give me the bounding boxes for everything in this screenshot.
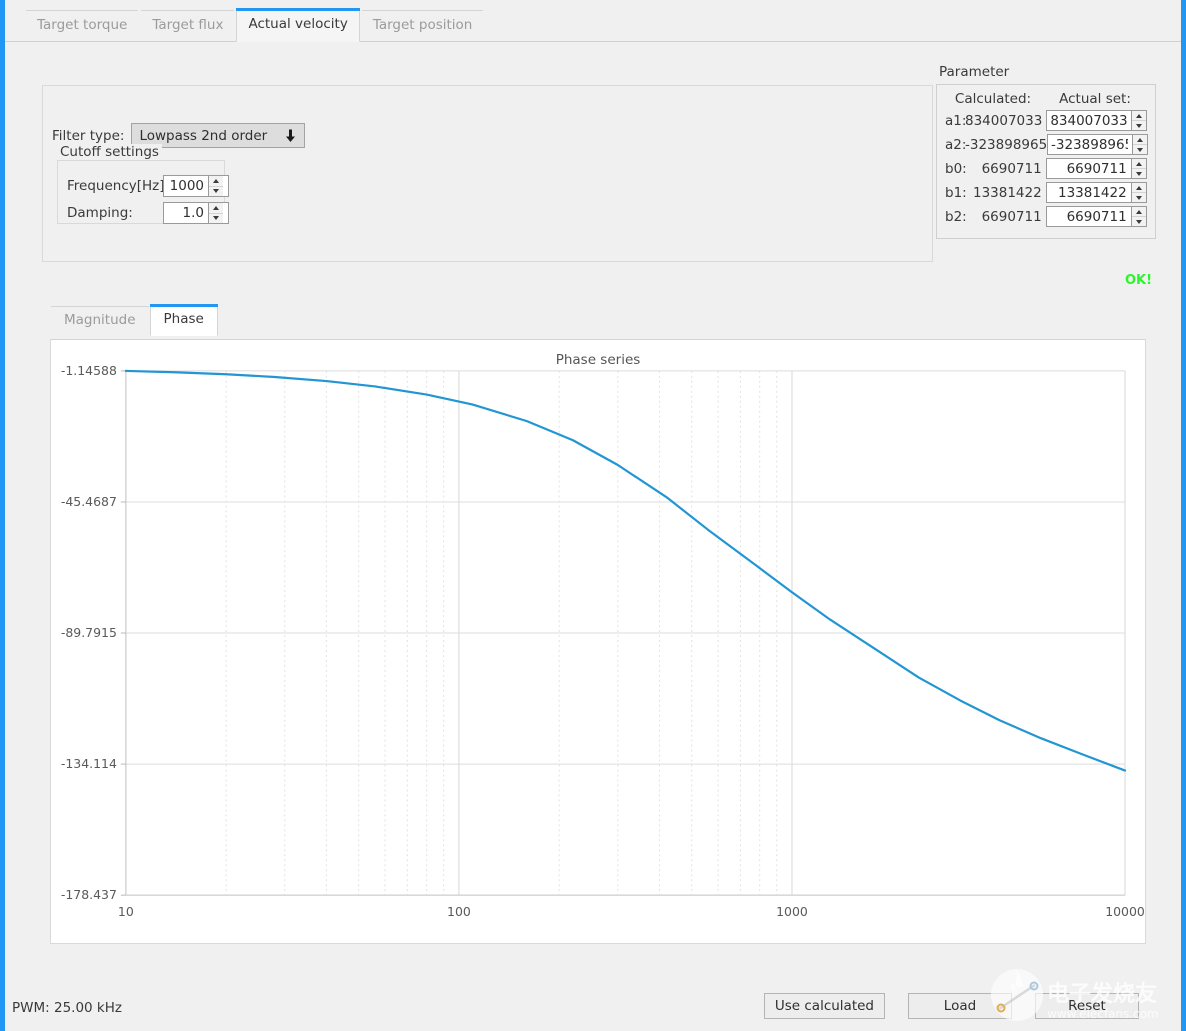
parameter-row: b0: 6690711 <box>941 158 1147 179</box>
chart-tab-phase[interactable]: Phase <box>149 304 219 336</box>
parameter-increment-button[interactable] <box>1132 111 1147 121</box>
parameter-calculated-value: 834007033 <box>965 112 1043 129</box>
column-header-actual: Actual set: <box>1059 91 1131 107</box>
parameter-actual-input[interactable] <box>1046 183 1131 202</box>
parameter-column-headers: Calculated: Actual set: <box>941 91 1147 107</box>
parameter-decrement-button[interactable] <box>1132 169 1146 178</box>
parameter-actual-input[interactable] <box>1047 111 1132 130</box>
damping-input[interactable] <box>164 203 208 223</box>
pwm-status-text: PWM: 25.00 kHz <box>12 1000 122 1016</box>
svg-text:100: 100 <box>447 904 471 919</box>
damping-stepper[interactable] <box>163 202 229 224</box>
damping-increment-button[interactable] <box>209 203 223 214</box>
column-header-calculated: Calculated: <box>954 91 1032 107</box>
frequency-decrement-button[interactable] <box>209 187 223 197</box>
parameter-panel: Parameter Calculated: Actual set: a1: 834… <box>936 64 1156 239</box>
damping-stepper-buttons[interactable] <box>208 203 223 223</box>
parameter-row: a2: -323898965 <box>941 134 1148 155</box>
frequency-row: Frequency[Hz]: <box>67 175 229 197</box>
parameter-actual-stepper[interactable] <box>1045 206 1147 227</box>
parameter-actual-input[interactable] <box>1046 159 1131 178</box>
use-calculated-button[interactable]: Use calculated <box>763 993 885 1019</box>
svg-text:-89.7915: -89.7915 <box>61 625 117 640</box>
parameter-row: b1: 13381422 <box>941 182 1147 203</box>
frequency-input[interactable] <box>164 176 208 196</box>
chart-tab-magnitude[interactable]: Magnitude <box>50 305 150 336</box>
parameter-calculated-value: 6690711 <box>981 160 1042 177</box>
svg-text:-1.14588: -1.14588 <box>61 363 117 378</box>
status-badge: OK! <box>1124 273 1152 288</box>
parameter-name-b0: b0: <box>945 160 967 177</box>
parameter-increment-button[interactable] <box>1131 159 1146 169</box>
window-accent-edge-right <box>1181 0 1186 1031</box>
filter-type-label: Filter type: <box>52 127 125 144</box>
parameter-actual-stepper[interactable] <box>1046 110 1148 131</box>
parameter-actual-stepper[interactable] <box>1047 134 1148 155</box>
damping-row: Damping: <box>67 202 229 224</box>
frequency-increment-button[interactable] <box>209 176 223 187</box>
parameter-name-b2: b2: <box>945 208 967 225</box>
frequency-stepper-buttons[interactable] <box>208 176 223 196</box>
status-bar: PWM: 25.00 kHz Use calculated Load Reset 电… <box>5 969 1181 1031</box>
svg-text:-45.4687: -45.4687 <box>61 494 117 509</box>
parameter-calculated-value: 6690711 <box>981 208 1042 225</box>
cutoff-group-title: Cutoff settings <box>57 144 162 160</box>
parameter-actual-stepper[interactable] <box>1045 158 1147 179</box>
reset-button[interactable]: Reset <box>1035 993 1139 1019</box>
parameter-stepper-buttons[interactable] <box>1130 183 1146 202</box>
parameter-decrement-button[interactable] <box>1133 145 1147 154</box>
tab-actual-velocity[interactable]: Actual velocity <box>236 8 361 42</box>
parameter-row: a1: 834007033 <box>941 110 1148 131</box>
frequency-label: Frequency[Hz]: <box>67 178 170 194</box>
chart-tab-bar: Magnitude Phase <box>50 304 219 336</box>
parameter-decrement-button[interactable] <box>1132 193 1146 202</box>
tab-target-torque[interactable]: Target torque <box>25 9 139 42</box>
parameter-name-a1: a1: <box>945 112 967 129</box>
window-accent-edge-left <box>0 0 5 1031</box>
parameter-calculated-value: -323898965 <box>965 136 1048 153</box>
damping-decrement-button[interactable] <box>209 214 223 224</box>
chart-panel: Phase series -1.14588 -45.4687 -89.7915 -13… <box>50 339 1146 944</box>
parameter-decrement-button[interactable] <box>1132 121 1146 130</box>
parameter-name-b1: b1: <box>945 184 967 201</box>
parameter-actual-input[interactable] <box>1048 135 1132 154</box>
tab-target-position[interactable]: Target position <box>361 9 485 42</box>
filter-settings-panel: Filter type: Lowpass 2nd order Cutoff se… <box>42 85 933 262</box>
parameter-stepper-buttons[interactable] <box>1132 135 1147 154</box>
damping-label: Damping: <box>67 205 133 221</box>
top-tab-bar: Target torque Target flux Actual velocity T… <box>5 0 1181 42</box>
phase-series-plot: -1.14588 -45.4687 -89.7915 -134.114 -178.437… <box>61 363 1145 919</box>
load-button[interactable]: Load <box>908 993 1012 1019</box>
parameter-row: b2: 6690711 <box>941 206 1147 227</box>
frequency-stepper[interactable] <box>163 175 229 197</box>
svg-text:-178.437: -178.437 <box>61 887 117 902</box>
parameter-stepper-buttons[interactable] <box>1130 207 1146 226</box>
svg-text:10: 10 <box>118 904 134 919</box>
parameter-actual-input[interactable] <box>1046 207 1131 226</box>
filter-type-value: Lowpass 2nd order <box>139 127 268 144</box>
arrow-down-icon <box>285 129 296 142</box>
svg-text:1000: 1000 <box>776 904 808 919</box>
svg-text:-134.114: -134.114 <box>61 756 117 771</box>
tab-target-flux[interactable]: Target flux <box>140 9 235 42</box>
parameter-increment-button[interactable] <box>1131 207 1146 217</box>
parameter-stepper-buttons[interactable] <box>1131 111 1147 130</box>
parameter-decrement-button[interactable] <box>1132 217 1146 226</box>
parameter-calculated-value: 13381422 <box>972 184 1042 201</box>
parameter-increment-button[interactable] <box>1133 135 1147 145</box>
parameter-increment-button[interactable] <box>1131 183 1146 193</box>
parameter-stepper-buttons[interactable] <box>1130 159 1146 178</box>
parameter-box: Calculated: Actual set: a1:834007033 a2:-… <box>936 84 1156 239</box>
main-content: Filter type: Lowpass 2nd order Cutoff se… <box>5 42 1181 985</box>
parameter-actual-stepper[interactable] <box>1045 182 1147 203</box>
parameter-name-a2: a2: <box>945 136 967 153</box>
svg-text:10000: 10000 <box>1105 904 1145 919</box>
parameter-title: Parameter <box>939 64 1010 80</box>
